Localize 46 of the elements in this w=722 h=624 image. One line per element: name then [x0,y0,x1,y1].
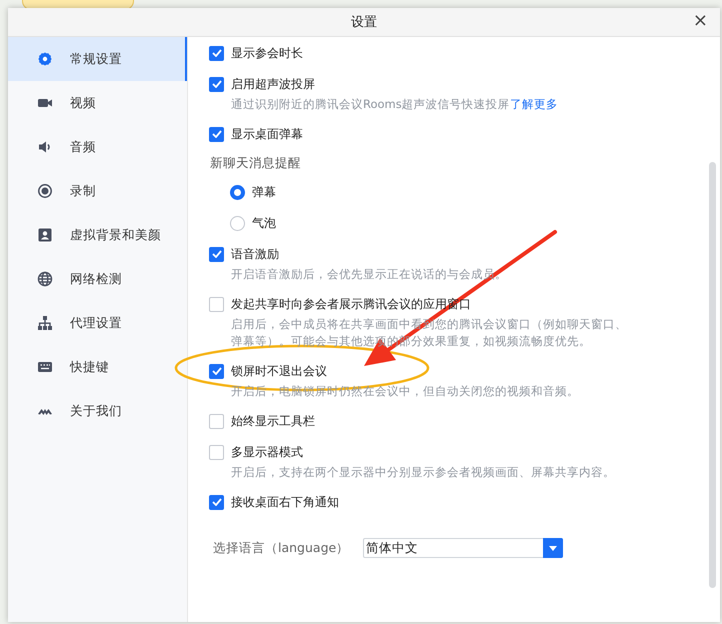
sidebar-item[interactable]: 视频 [8,81,187,125]
radio-option[interactable]: 弹幕 [230,182,720,202]
checkbox[interactable] [209,494,224,510]
close-button[interactable]: × [690,11,710,31]
sidebar-item[interactable]: 常规设置 [8,37,187,81]
sidebar-item[interactable]: 虚拟背景和美颜 [8,213,187,257]
checkbox-option[interactable]: 多显示器模式 [209,442,720,462]
network-icon [37,315,53,331]
checkbox-option[interactable]: 显示参会时长 [209,43,720,63]
keyboard-icon [37,359,53,375]
radio-button[interactable] [230,184,245,200]
option-description: 开启后，支持在两个显示器中分别显示参会者视频画面、屏幕共享内容。 [231,464,616,481]
sidebar-item[interactable]: 网络检测 [8,257,187,301]
sidebar-item[interactable]: 代理设置 [8,301,187,345]
sidebar-item[interactable]: 快捷键 [8,345,187,389]
record-icon [37,183,53,199]
sidebar-item[interactable]: 音频 [8,125,187,169]
checkbox-option[interactable]: 接收桌面右下角通知 [209,492,720,512]
checkbox[interactable] [209,126,224,142]
checkbox[interactable] [209,444,224,460]
checkbox[interactable] [209,296,224,312]
learn-more-link[interactable]: 了解更多 [510,97,558,111]
section-heading: 新聊天消息提醒 [210,154,302,172]
portrait-icon [37,227,53,243]
checkbox[interactable] [209,246,224,262]
checkbox-option[interactable]: 显示桌面弹幕 [209,124,720,144]
checkbox-option[interactable]: 语音激励 [209,244,720,264]
sidebar-item[interactable]: 关于我们 [8,389,187,433]
checkbox-option[interactable]: 始终显示工具栏 [209,411,720,431]
radio-option[interactable]: 气泡 [230,213,720,233]
option-description: 通过识别附近的腾讯会议Rooms超声波信号快速投屏 了解更多 [231,96,559,113]
language-label: 选择语言（language） [213,540,350,556]
checkbox[interactable] [209,76,224,92]
globe-icon [37,271,53,287]
sidebar-item[interactable]: 录制 [8,169,187,213]
checkbox[interactable] [209,46,224,60]
window-title: 设置 [351,14,377,31]
caret-icon [549,546,558,550]
scrollbar[interactable] [709,162,716,588]
checkbox[interactable] [209,364,224,378]
checkbox-option[interactable]: 启用超声波投屏 [209,74,720,94]
radio-button[interactable] [230,216,245,230]
checkbox-option[interactable]: 锁屏时不退出会议 [209,361,720,381]
checkbox[interactable] [209,414,224,428]
language-dropdown[interactable]: 简体中文 [363,538,564,558]
gear-icon [37,51,53,67]
